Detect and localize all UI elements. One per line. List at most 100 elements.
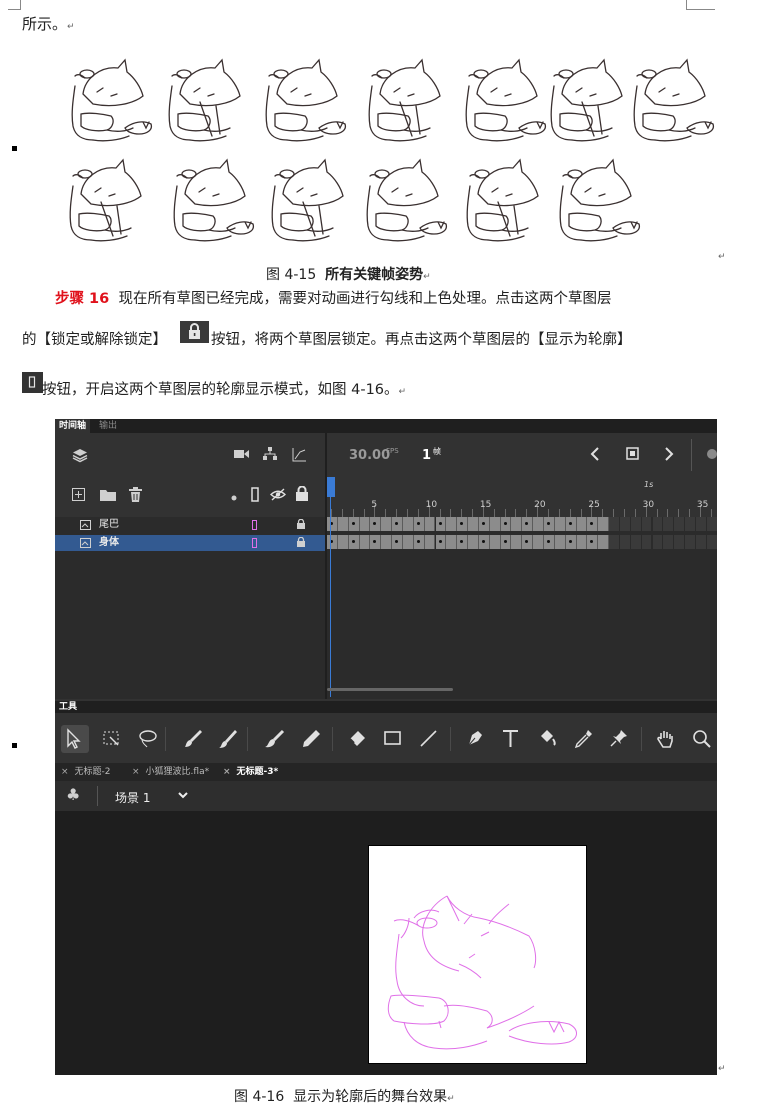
frame-cell[interactable] — [402, 535, 414, 549]
frame-cell[interactable] — [554, 517, 566, 531]
empty-frame-cell[interactable] — [663, 535, 675, 549]
frame-cell[interactable] — [544, 535, 555, 549]
graph-icon[interactable] — [292, 447, 307, 465]
frame-cell[interactable] — [587, 535, 599, 549]
frame-cell[interactable] — [587, 517, 599, 531]
new-layer-icon[interactable] — [72, 488, 85, 504]
frame-cell[interactable] — [337, 535, 349, 549]
fluid-brush-icon[interactable] — [180, 725, 208, 753]
paint-brush-icon[interactable] — [261, 725, 289, 753]
frame-cell[interactable] — [598, 535, 610, 549]
paint-bucket-icon[interactable] — [533, 725, 561, 753]
frame-cell[interactable] — [413, 517, 425, 531]
current-frame[interactable]: 1 — [422, 448, 431, 463]
tab-timeline[interactable]: 时间轴 — [55, 419, 91, 433]
frame-cell[interactable] — [446, 535, 458, 549]
layer-lock-icon[interactable] — [297, 536, 305, 553]
frame-cell[interactable] — [468, 535, 479, 549]
frame-cell[interactable] — [392, 535, 403, 549]
empty-frame-cell[interactable] — [674, 517, 686, 531]
layers-icon[interactable] — [72, 447, 88, 466]
empty-frame-cell[interactable] — [663, 517, 675, 531]
empty-frame-cell[interactable] — [706, 535, 717, 549]
selection-tool-icon[interactable] — [61, 725, 89, 753]
frames-scrollbar[interactable] — [327, 688, 453, 691]
frame-cell[interactable] — [489, 535, 501, 549]
frame-cell[interactable] — [435, 535, 447, 549]
layer-parenting-icon[interactable] — [263, 447, 277, 464]
loop-toggle[interactable] — [707, 449, 717, 459]
brush-icon[interactable] — [214, 725, 242, 753]
frame-cell[interactable] — [478, 535, 490, 549]
frame-cell[interactable] — [381, 535, 393, 549]
empty-frame-cell[interactable] — [685, 517, 696, 531]
layer-row[interactable]: 尾巴 — [55, 517, 325, 533]
delete-layer-icon[interactable] — [129, 487, 142, 505]
close-icon[interactable]: × — [223, 767, 231, 777]
frame-cell[interactable] — [327, 535, 338, 549]
empty-frame-cell[interactable] — [695, 535, 707, 549]
previous-frame-icon[interactable] — [590, 447, 600, 464]
frame-cell[interactable] — [327, 517, 338, 531]
frame-cell[interactable] — [478, 517, 490, 531]
play-icon[interactable] — [626, 447, 640, 464]
frame-cell[interactable] — [348, 517, 360, 531]
document-tab[interactable]: × 小狐狸波比.fla* — [132, 763, 209, 781]
frame-cell[interactable] — [381, 517, 393, 531]
empty-frame-cell[interactable] — [630, 535, 642, 549]
frame-cell[interactable] — [511, 517, 523, 531]
empty-frame-cell[interactable] — [695, 517, 707, 531]
frame-cell[interactable] — [565, 517, 577, 531]
pen-icon[interactable] — [461, 725, 489, 753]
frame-cell[interactable] — [413, 535, 425, 549]
lock-all-icon[interactable] — [296, 485, 308, 504]
empty-frame-cell[interactable] — [652, 535, 664, 549]
frame-cell[interactable] — [424, 535, 436, 549]
empty-frame-cell[interactable] — [706, 517, 717, 531]
empty-frame-cell[interactable] — [630, 517, 642, 531]
frame-cell[interactable] — [576, 535, 588, 549]
show-outline-icon[interactable] — [251, 487, 259, 505]
layer-row[interactable]: 身体 — [55, 535, 325, 551]
frame-cell[interactable] — [468, 517, 479, 531]
hand-icon[interactable] — [652, 725, 680, 753]
frame-cell[interactable] — [402, 517, 414, 531]
empty-frame-cell[interactable] — [674, 535, 686, 549]
document-tab[interactable]: × 无标题-2 — [61, 763, 111, 781]
frame-cell[interactable] — [337, 517, 349, 531]
text-icon[interactable] — [497, 725, 525, 753]
frame-cell[interactable] — [370, 535, 382, 549]
frame-cell[interactable] — [522, 517, 534, 531]
lasso-icon[interactable] — [134, 725, 162, 753]
line-icon[interactable] — [415, 725, 443, 753]
empty-frame-cell[interactable] — [652, 517, 664, 531]
eraser-icon[interactable] — [343, 725, 371, 753]
empty-frame-cell[interactable] — [619, 535, 631, 549]
stage-canvas[interactable] — [368, 845, 587, 1064]
frame-cell[interactable] — [500, 517, 512, 531]
tab-output[interactable]: 输出 — [95, 419, 121, 433]
document-tab[interactable]: × 无标题-3* — [223, 763, 278, 781]
frame-cell[interactable] — [359, 535, 371, 549]
pin-icon[interactable] — [605, 725, 633, 753]
camera-icon[interactable] — [234, 448, 250, 463]
frame-cell[interactable] — [554, 535, 566, 549]
rectangle-icon[interactable] — [379, 725, 407, 753]
frame-cell[interactable] — [533, 517, 544, 531]
new-folder-icon[interactable] — [100, 488, 116, 504]
empty-frame-cell[interactable] — [609, 517, 620, 531]
frame-cell[interactable] — [500, 535, 512, 549]
empty-frame-cell[interactable] — [641, 535, 653, 549]
frame-cell[interactable] — [392, 517, 403, 531]
frame-cell[interactable] — [446, 517, 458, 531]
pencil-icon[interactable] — [297, 725, 325, 753]
empty-frame-cell[interactable] — [685, 535, 696, 549]
frame-cell[interactable] — [511, 535, 523, 549]
frame-cell[interactable] — [457, 535, 469, 549]
frame-cell[interactable] — [370, 517, 382, 531]
next-frame-icon[interactable] — [664, 447, 674, 464]
frame-cell[interactable] — [598, 517, 610, 531]
frame-cell[interactable] — [359, 517, 371, 531]
frame-cell[interactable] — [533, 535, 544, 549]
frame-cell[interactable] — [489, 517, 501, 531]
